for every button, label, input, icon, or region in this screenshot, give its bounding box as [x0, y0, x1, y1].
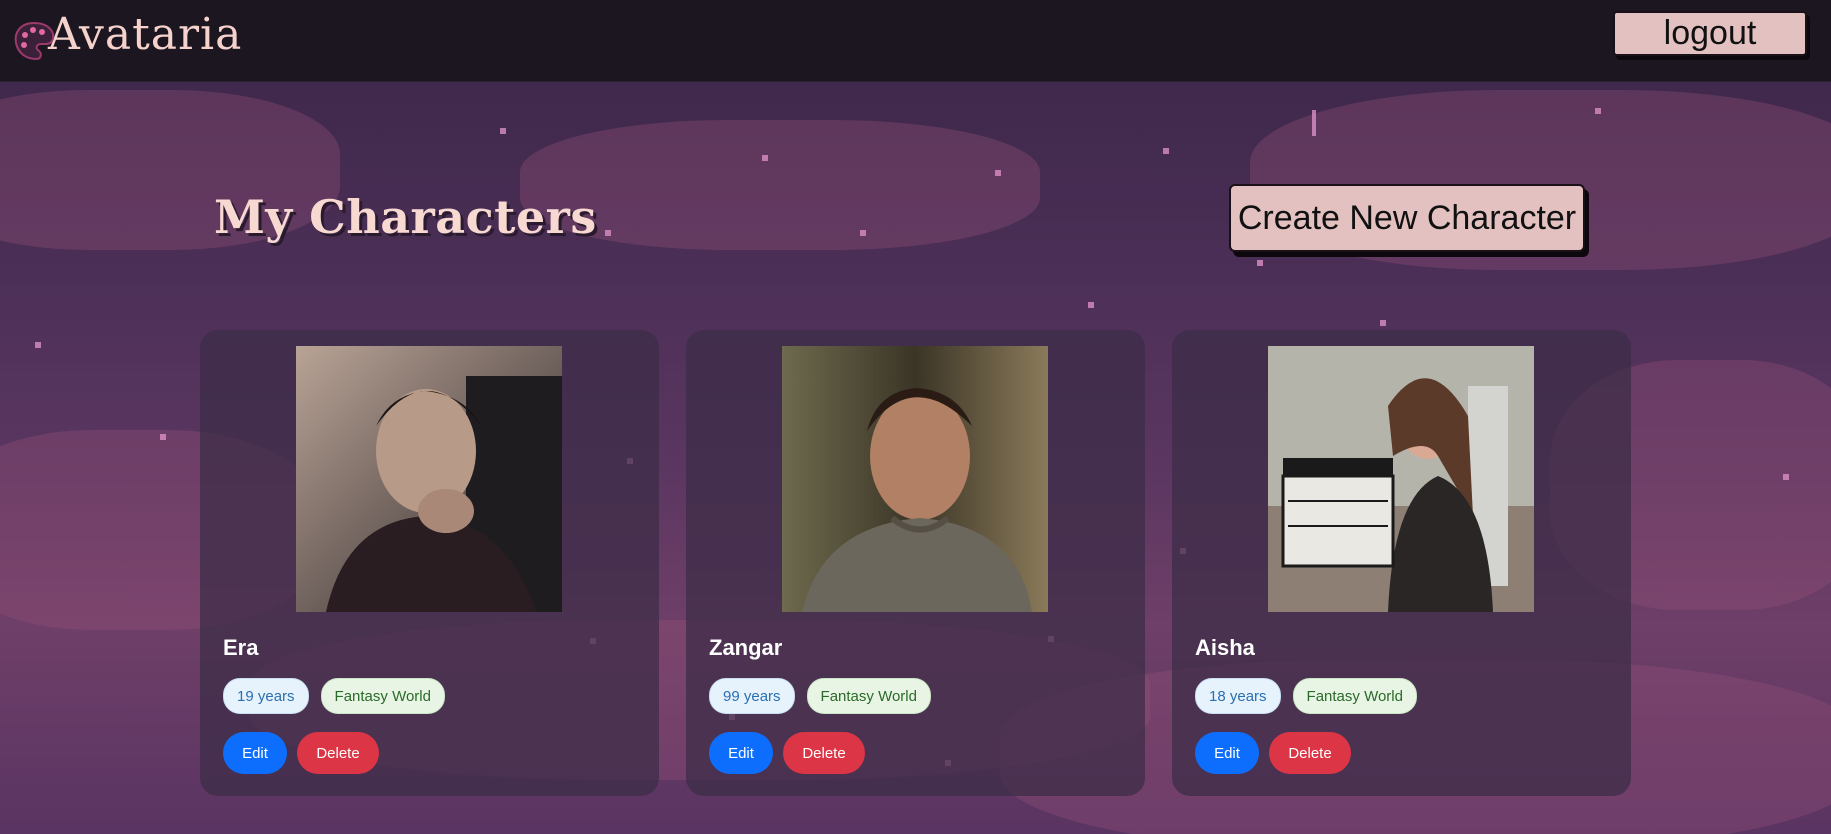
star [160, 434, 166, 440]
page-title: My Characters [214, 190, 597, 244]
brand-logo[interactable]: Avataria [12, 4, 242, 64]
star [1783, 474, 1789, 480]
star [1257, 260, 1263, 266]
age-badge: 18 years [1195, 678, 1281, 714]
palette-logo-icon [12, 19, 56, 63]
character-card: Zangar 99 years Fantasy World Edit Delet… [686, 330, 1145, 796]
star [35, 342, 41, 348]
star [1312, 110, 1316, 136]
character-card: Aisha 18 years Fantasy World Edit Delete [1172, 330, 1631, 796]
star [500, 128, 506, 134]
star [1163, 148, 1169, 154]
age-badge: 19 years [223, 678, 309, 714]
character-name: Aisha [1195, 635, 1255, 660]
character-badges: 19 years Fantasy World [223, 678, 445, 714]
delete-button[interactable]: Delete [783, 732, 865, 774]
world-badge: Fantasy World [806, 678, 931, 714]
delete-button[interactable]: Delete [1269, 732, 1351, 774]
world-badge: Fantasy World [1292, 678, 1417, 714]
age-badge: 99 years [709, 678, 795, 714]
create-character-button[interactable]: Create New Character [1229, 184, 1585, 252]
top-navbar: Avataria logout [0, 0, 1831, 82]
edit-button[interactable]: Edit [223, 732, 287, 774]
star [1088, 302, 1094, 308]
character-actions: Edit Delete [223, 732, 379, 774]
character-badges: 18 years Fantasy World [1195, 678, 1417, 714]
logout-button[interactable]: logout [1613, 11, 1807, 56]
star [1380, 320, 1386, 326]
delete-button[interactable]: Delete [297, 732, 379, 774]
world-badge: Fantasy World [320, 678, 445, 714]
edit-button[interactable]: Edit [1195, 732, 1259, 774]
character-actions: Edit Delete [1195, 732, 1351, 774]
character-avatar-image [1268, 346, 1534, 612]
character-name: Era [223, 635, 259, 660]
background-cloud [520, 120, 1040, 250]
edit-button[interactable]: Edit [709, 732, 773, 774]
star [995, 170, 1001, 176]
star [1595, 108, 1601, 114]
character-badges: 99 years Fantasy World [709, 678, 931, 714]
character-actions: Edit Delete [709, 732, 865, 774]
character-name: Zangar [709, 635, 783, 660]
star [860, 230, 866, 236]
character-card: Era 19 years Fantasy World Edit Delete [200, 330, 659, 796]
star [605, 230, 611, 236]
brand-name: Avataria [48, 8, 243, 60]
character-list: Era 19 years Fantasy World Edit Delete Z… [200, 330, 1631, 796]
star [762, 155, 768, 161]
character-avatar-image [296, 346, 562, 612]
character-avatar-image [782, 346, 1048, 612]
